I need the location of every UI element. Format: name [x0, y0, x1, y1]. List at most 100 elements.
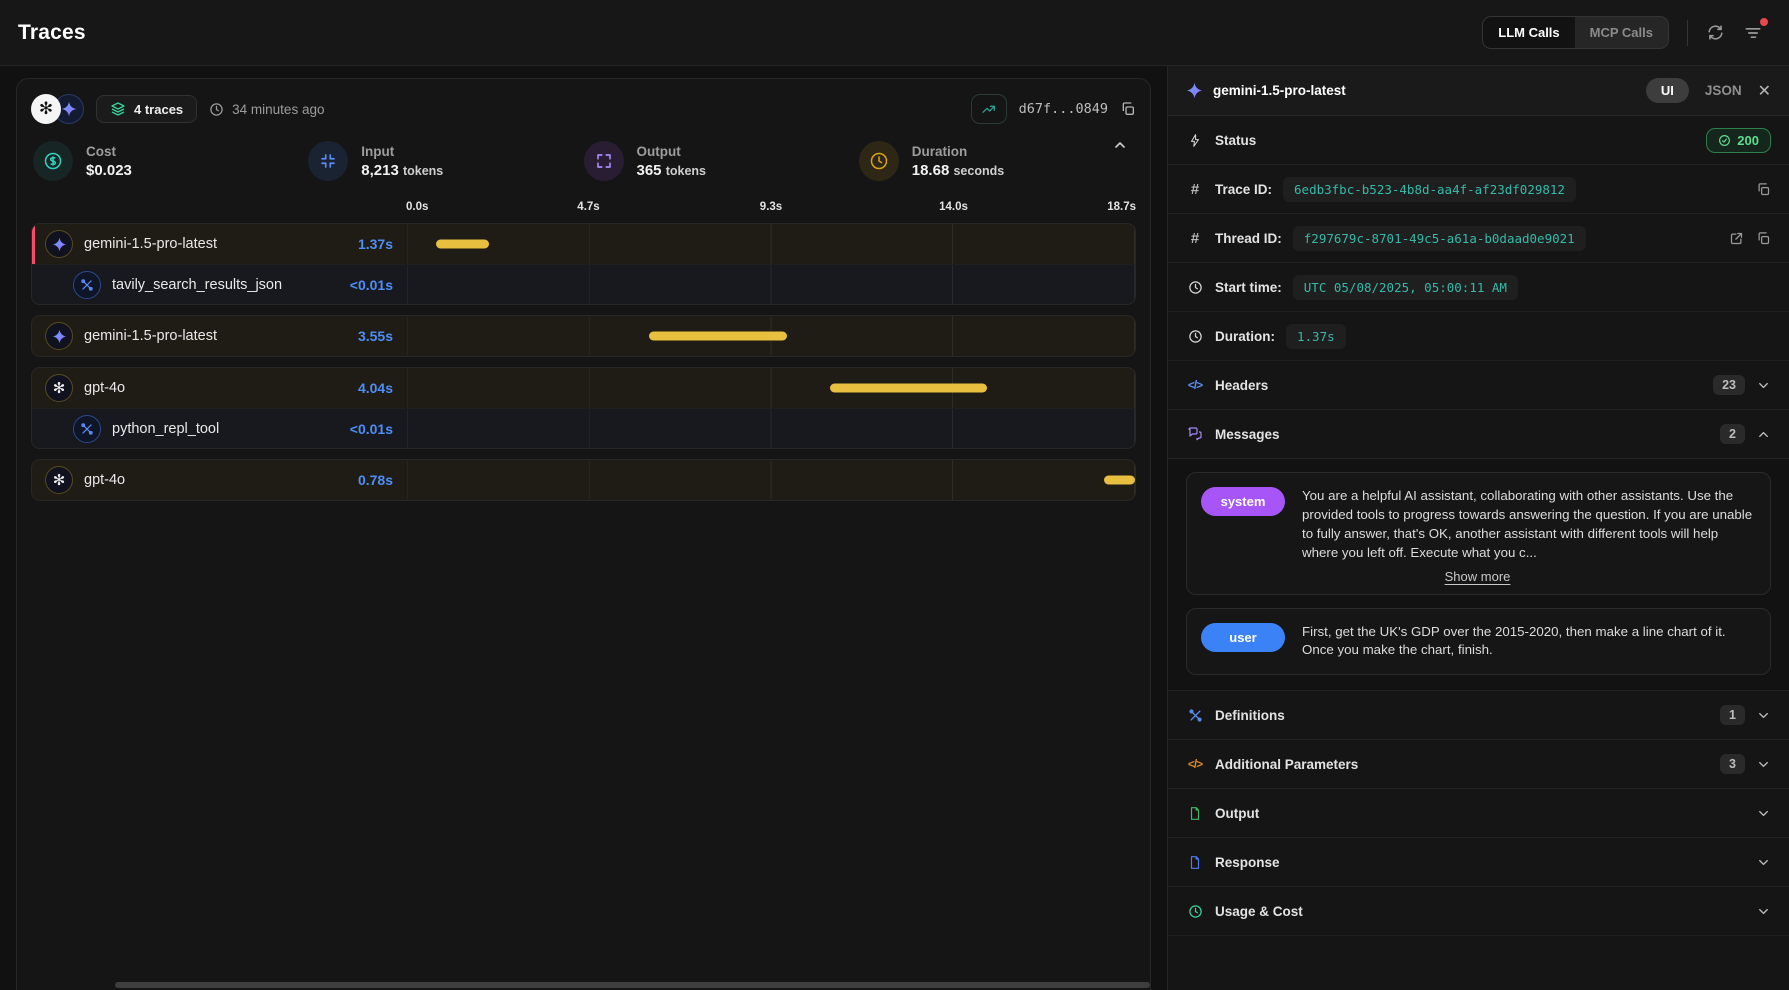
span-duration: <0.01s	[350, 421, 407, 437]
message-card-system: system You are a helpful AI assistant, c…	[1186, 472, 1771, 595]
tab-mcp-calls[interactable]: MCP Calls	[1575, 17, 1668, 48]
view-tab-json[interactable]: JSON	[1705, 83, 1742, 98]
code-icon: </>	[1186, 378, 1204, 392]
open-thread-button[interactable]	[1729, 231, 1744, 246]
span-duration: <0.01s	[350, 277, 407, 293]
section-headers[interactable]: </> Headers 23	[1168, 361, 1789, 410]
messages-count-badge: 2	[1720, 424, 1745, 444]
tool-icon	[73, 415, 101, 443]
timeline-cell	[407, 368, 1135, 408]
clock-icon	[209, 102, 224, 117]
section-usage-cost[interactable]: Usage & Cost	[1168, 887, 1789, 936]
detail-header: gemini-1.5-pro-latest UI JSON ✕	[1168, 66, 1789, 116]
timeline-axis: 0.0s 4.7s 9.3s 14.0s 18.7s	[31, 197, 1136, 223]
trace-group-card: ✻ 4 traces	[16, 78, 1151, 990]
page-title: Traces	[18, 21, 86, 45]
refresh-button[interactable]	[1706, 23, 1725, 42]
trending-up-icon	[981, 101, 997, 117]
additional-parameters-count-badge: 3	[1720, 754, 1745, 774]
span-row-python-repl[interactable]: python_repl_tool <0.01s	[32, 408, 1135, 448]
span-row-gpt4o-1[interactable]: ✻ gpt-4o 4.04s	[32, 368, 1135, 408]
chevron-down-icon	[1756, 904, 1771, 919]
clock-icon	[1186, 280, 1204, 295]
top-bar: Traces LLM Calls MCP Calls	[0, 0, 1789, 66]
tools-icon	[1186, 708, 1204, 723]
chart-button[interactable]	[971, 94, 1007, 124]
headers-count-badge: 23	[1713, 375, 1745, 395]
span-name: gpt-4o	[84, 472, 125, 488]
chevron-up-icon	[1112, 137, 1128, 153]
hash-icon: #	[1186, 181, 1204, 198]
openai-avatar-icon: ✻	[45, 374, 73, 402]
trace-time-ago: 34 minutes ago	[209, 102, 324, 117]
clock-icon	[1186, 329, 1204, 344]
stat-output: Output 365 tokens	[584, 141, 859, 181]
trace-id-row: # Trace ID: 6edb3fbc-b523-4b8d-aa4f-af23…	[1168, 165, 1789, 214]
trace-ref-id: d67f...0849	[1019, 101, 1108, 117]
bolt-icon	[1186, 133, 1204, 148]
span-duration: 4.04s	[358, 380, 407, 396]
section-messages[interactable]: Messages 2	[1168, 410, 1789, 459]
tab-llm-calls[interactable]: LLM Calls	[1483, 17, 1574, 48]
notification-dot	[1760, 18, 1768, 26]
refresh-icon	[1706, 23, 1725, 42]
section-definitions[interactable]: Definitions 1	[1168, 691, 1789, 740]
copy-icon	[1120, 101, 1136, 117]
span-row-gemini-1[interactable]: gemini-1.5-pro-latest 1.37s	[32, 224, 1135, 264]
traces-count-badge[interactable]: 4 traces	[96, 95, 197, 123]
timeline-cell	[407, 224, 1135, 264]
dollar-icon	[33, 141, 73, 181]
message-text: You are a helpful AI assistant, collabor…	[1302, 487, 1754, 563]
section-output[interactable]: Output	[1168, 789, 1789, 838]
copy-icon	[1756, 182, 1771, 197]
trace-id-value: 6edb3fbc-b523-4b8d-aa4f-af23df029812	[1283, 177, 1576, 202]
view-tab-ui[interactable]: UI	[1646, 78, 1689, 103]
divider	[1687, 20, 1688, 46]
section-response[interactable]: Response	[1168, 838, 1789, 887]
span-bar	[1104, 476, 1135, 485]
role-badge-user: user	[1201, 623, 1285, 652]
arrows-out-icon	[584, 141, 624, 181]
copy-trace-id-button[interactable]	[1756, 182, 1771, 197]
external-link-icon	[1729, 231, 1744, 246]
section-additional-parameters[interactable]: </> Additional Parameters 3	[1168, 740, 1789, 789]
hash-icon: #	[1186, 230, 1204, 247]
gemini-avatar-icon	[45, 322, 73, 350]
messages-list: system You are a helpful AI assistant, c…	[1168, 459, 1789, 691]
span-bar	[830, 384, 987, 393]
trace-summary-row: ✻ 4 traces	[31, 87, 1136, 131]
span-duration: 1.37s	[358, 236, 407, 252]
span-bar	[649, 332, 787, 341]
horizontal-scrollbar[interactable]	[115, 982, 1150, 988]
chevron-down-icon	[1756, 806, 1771, 821]
status-badge: 200	[1706, 128, 1771, 153]
timeline-cell	[407, 460, 1135, 500]
definitions-count-badge: 1	[1720, 705, 1745, 725]
traces-pane: ✻ 4 traces	[0, 66, 1167, 990]
show-more-link[interactable]: Show more	[1201, 569, 1754, 584]
span-row-gemini-2[interactable]: gemini-1.5-pro-latest 3.55s	[32, 316, 1135, 356]
span-name: gemini-1.5-pro-latest	[84, 236, 217, 252]
gemini-avatar-icon	[45, 230, 73, 258]
filter-button[interactable]	[1743, 23, 1763, 43]
calls-toggle: LLM Calls MCP Calls	[1482, 16, 1669, 49]
close-icon[interactable]: ✕	[1758, 81, 1771, 101]
span-duration: 3.55s	[358, 328, 407, 344]
span-bar	[436, 240, 489, 249]
axis-tick: 18.7s	[1107, 201, 1136, 213]
thread-id-value: f297679c-8701-49c5-a61a-b0daad0e9021	[1293, 226, 1586, 251]
axis-tick: 9.3s	[760, 201, 782, 213]
tool-icon	[73, 271, 101, 299]
span-row-tavily[interactable]: tavily_search_results_json <0.01s	[32, 264, 1135, 304]
copy-thread-id-button[interactable]	[1756, 231, 1771, 246]
provider-avatars: ✻	[31, 94, 84, 124]
span-group-card: gemini-1.5-pro-latest 3.55s	[31, 315, 1136, 357]
timeline-cell	[407, 409, 1135, 448]
start-time-value: UTC 05/08/2025, 05:00:11 AM	[1293, 275, 1518, 300]
thread-id-row: # Thread ID: f297679c-8701-49c5-a61a-b0d…	[1168, 214, 1789, 263]
span-row-gpt4o-2[interactable]: ✻ gpt-4o 0.78s	[32, 460, 1135, 500]
span-name: gpt-4o	[84, 380, 125, 396]
copy-trace-ref-button[interactable]	[1120, 101, 1136, 117]
stat-cost: Cost $0.023	[33, 141, 308, 181]
collapse-group-button[interactable]	[1112, 137, 1128, 153]
